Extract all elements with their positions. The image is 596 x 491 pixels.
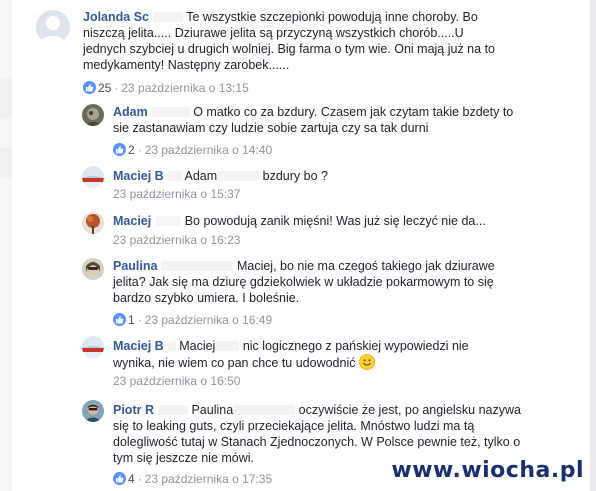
avatar[interactable]	[82, 258, 104, 280]
comment-text: bzdury bo ?	[262, 169, 328, 183]
comment-body: Piotr R Paulina oczywiście że jest, po a…	[113, 402, 523, 466]
left-sidebar-edge	[0, 0, 12, 491]
comment-author[interactable]: Maciej B	[113, 339, 164, 353]
user-photo-icon	[82, 104, 104, 126]
comment-author[interactable]: Adam	[113, 105, 148, 119]
separator-dot: ·	[137, 472, 142, 486]
comment-body: Adam O matko co za bzdury. Czasem jak cz…	[113, 104, 523, 136]
user-photo-icon	[82, 400, 104, 422]
comment-meta: 4 · 23 października o 17:35	[113, 472, 272, 486]
redacted-name	[215, 341, 240, 351]
separator-dot: ·	[114, 81, 119, 95]
comment-body: Jolanda Sc Te wszystkie szczepionki powo…	[83, 9, 503, 73]
comment-thread: Jolanda Sc Te wszystkie szczepionki powo…	[0, 0, 596, 491]
comment-body: Paulina Maciej, bo nie ma czegoś takiego…	[113, 258, 523, 306]
default-avatar-icon	[36, 10, 70, 44]
redacted-name	[161, 261, 234, 271]
avatar[interactable]	[82, 212, 104, 234]
redacted-name	[157, 405, 188, 415]
avatar[interactable]	[82, 400, 104, 422]
comment-author[interactable]: Maciej B	[113, 169, 164, 183]
user-photo-icon	[82, 212, 104, 234]
like-thumb-icon[interactable]	[113, 143, 126, 156]
like-thumb-icon[interactable]	[113, 472, 126, 485]
timestamp[interactable]: 23 października o 13:15	[121, 81, 248, 95]
user-photo-icon	[82, 336, 104, 358]
comment-author[interactable]: Maciej	[113, 214, 151, 228]
comment-text: Bo powodują zanik mięśni! Was już się le…	[184, 214, 486, 228]
reaction-count[interactable]: 4	[128, 472, 135, 486]
comment-meta: 1 · 23 października o 16:49	[113, 313, 272, 327]
mention-tag[interactable]: Adam	[185, 169, 218, 183]
timestamp[interactable]: 23 października o 16:23	[113, 233, 240, 247]
comment-author[interactable]: Piotr R	[113, 403, 154, 417]
smiley-emoji-icon	[358, 354, 375, 370]
avatar-placeholder[interactable]	[36, 10, 70, 44]
sidebar-block	[0, 148, 12, 178]
avatar[interactable]	[82, 104, 104, 126]
avatar[interactable]	[82, 336, 104, 358]
separator-dot: ·	[137, 313, 142, 327]
sidebar-block	[0, 78, 12, 118]
redacted-name	[167, 171, 182, 181]
comment-meta: 25 · 23 października o 13:15	[83, 81, 249, 95]
comment-meta: 2 · 23 października o 14:40	[113, 143, 272, 157]
site-watermark: www.wiocha.pl	[391, 458, 584, 483]
scrollbar[interactable]	[590, 0, 596, 491]
reaction-count[interactable]: 1	[128, 313, 135, 327]
comment-body: Maciej B Maciej nic logicznego z pańskie…	[113, 338, 513, 371]
comment-meta: 23 października o 16:50	[113, 374, 240, 388]
redacted-name	[153, 12, 183, 22]
reaction-count[interactable]: 2	[128, 143, 135, 157]
like-thumb-icon[interactable]	[83, 81, 96, 94]
comment-meta: 23 października o 16:23	[113, 233, 240, 247]
timestamp[interactable]: 23 października o 17:35	[145, 472, 272, 486]
redacted-name	[155, 216, 182, 226]
redacted-name	[233, 405, 296, 415]
user-photo-icon	[82, 258, 104, 280]
comment-body: Maciej Bo powodują zanik mięśni! Was już…	[113, 213, 533, 229]
redacted-name	[151, 107, 190, 117]
comment-meta: 23 października o 15:37	[113, 187, 240, 201]
separator-dot: ·	[137, 143, 142, 157]
comment-author[interactable]: Paulina	[113, 259, 157, 273]
comment-author[interactable]: Jolanda Sc	[83, 10, 149, 24]
timestamp[interactable]: 23 października o 16:49	[145, 313, 272, 327]
timestamp[interactable]: 23 października o 14:40	[145, 143, 272, 157]
reaction-count[interactable]: 25	[98, 81, 111, 95]
user-photo-icon	[82, 166, 104, 188]
like-thumb-icon[interactable]	[113, 313, 126, 326]
comment-body: Maciej B Adam bzdury bo ?	[113, 168, 533, 184]
mention-tag[interactable]: Paulina	[191, 403, 233, 417]
avatar[interactable]	[82, 166, 104, 188]
redacted-name	[167, 341, 176, 351]
redacted-name	[217, 171, 260, 181]
comment-text: nic logicznego z pańskiej wypowiedzi nie…	[113, 339, 469, 370]
timestamp[interactable]: 23 października o 16:50	[113, 374, 240, 388]
mention-tag[interactable]: Maciej	[179, 339, 215, 353]
timestamp[interactable]: 23 października o 15:37	[113, 187, 240, 201]
